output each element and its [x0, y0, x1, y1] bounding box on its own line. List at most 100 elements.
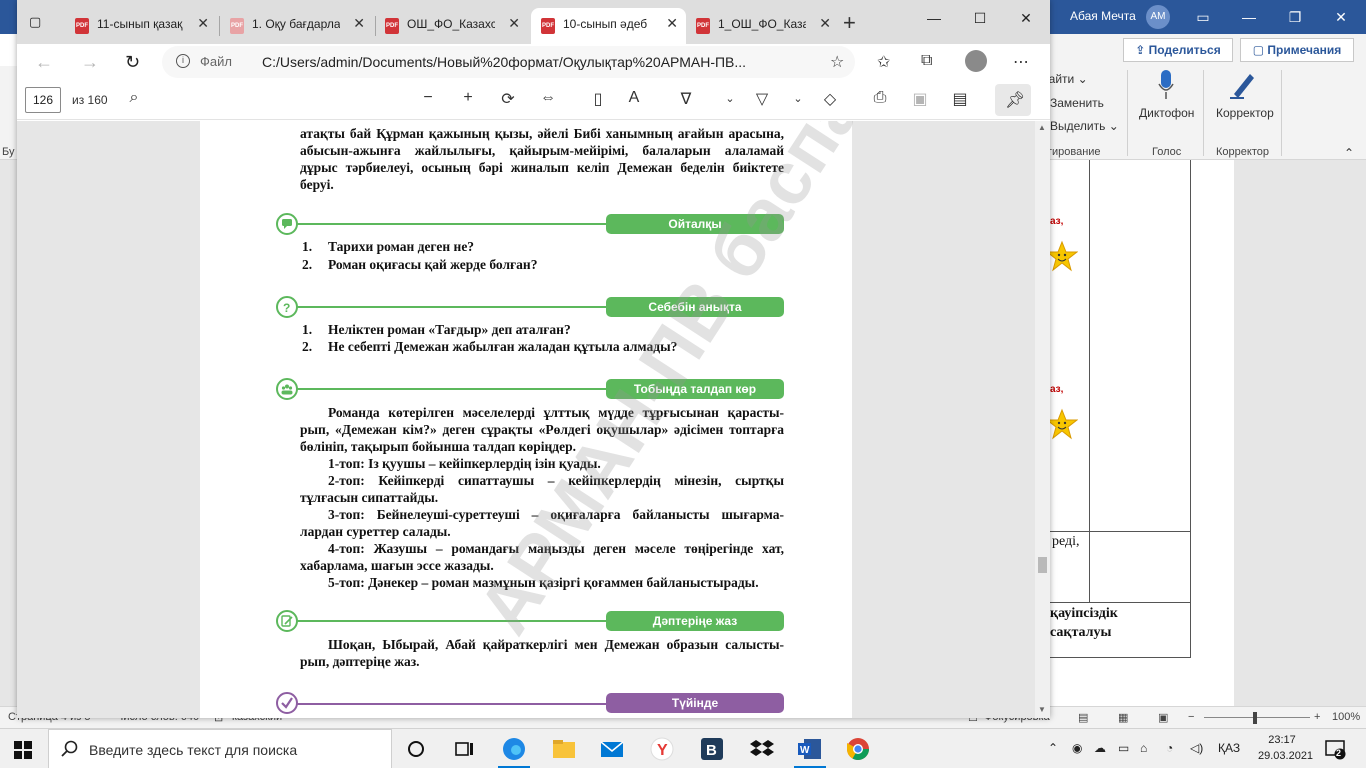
save-as-icon[interactable]: ▤	[949, 89, 971, 109]
chevron-up-icon[interactable]: ⌃	[1048, 741, 1058, 755]
new-tab-icon[interactable]: +	[843, 10, 856, 36]
info-icon[interactable]: i	[176, 54, 190, 68]
minimize-icon[interactable]: —	[911, 4, 957, 32]
fit-width-icon[interactable]: ⇔	[537, 89, 559, 107]
pdf-viewer[interactable]: атақты бай Құрман қажының қызы, әйелі Би…	[17, 121, 1050, 718]
replace-button[interactable]: Заменить	[1050, 96, 1104, 110]
user-avatar[interactable]: АМ	[1146, 5, 1170, 29]
maximize-icon[interactable]: ☐	[957, 4, 1003, 32]
windows-start-icon[interactable]	[14, 741, 32, 759]
tab-4-active[interactable]: PDF 10-сынып әдеб ✕	[531, 8, 686, 44]
back-arrow-icon[interactable]: ←	[35, 52, 53, 73]
search-icon[interactable]: ⌕	[123, 89, 145, 107]
scrollbar-thumb[interactable]	[1038, 557, 1047, 573]
zoom-level[interactable]: 100%	[1332, 711, 1360, 723]
pdf-text-line: 1-топ: Із қуушы – кейіпкерлердің ізін қу…	[328, 456, 601, 471]
list-number: 2.	[302, 257, 313, 272]
eraser-icon[interactable]: ◇	[819, 89, 841, 109]
close-tab-icon[interactable]: ✕	[197, 15, 209, 32]
zoom-out-icon[interactable]: −	[1188, 711, 1194, 723]
tab-5[interactable]: PDF 1_ОШ_ФО_Казах ✕	[686, 8, 839, 44]
cortana-icon[interactable]	[402, 735, 430, 763]
profile-avatar[interactable]	[965, 50, 987, 72]
print-layout-icon[interactable]: ▦	[1118, 711, 1128, 724]
notification-center-icon[interactable]	[1324, 738, 1346, 760]
word-icon[interactable]: W	[796, 735, 824, 763]
page-number-input[interactable]: 126	[25, 87, 61, 113]
chevron-down-icon[interactable]: ⌄	[787, 92, 809, 105]
rotate-icon[interactable]: ⟳	[497, 89, 519, 109]
editor-pen-icon[interactable]	[1228, 70, 1258, 100]
zoom-in-icon[interactable]: +	[1314, 711, 1320, 723]
section-badge	[276, 378, 298, 400]
highlight-icon[interactable]: ▽	[751, 89, 773, 109]
taskbar-search-box[interactable]: Введите здесь текст для поиска	[48, 729, 392, 768]
dictation-button[interactable]: Диктофон	[1139, 106, 1194, 120]
close-icon[interactable]: ✕	[1318, 0, 1364, 34]
print-icon[interactable]: ⎙	[869, 89, 891, 107]
yandex-icon[interactable]: Y	[648, 735, 676, 763]
close-tab-icon[interactable]: ✕	[666, 15, 678, 32]
input-language[interactable]: ҚАЗ	[1218, 741, 1240, 755]
ribbon-separator	[1127, 70, 1128, 156]
select-button[interactable]: Выделить ⌄	[1050, 119, 1119, 133]
more-menu-icon[interactable]: ⋯	[1013, 52, 1029, 72]
scroll-up-icon[interactable]: ▲	[1038, 123, 1046, 132]
mail-icon[interactable]	[598, 735, 626, 763]
read-mode-icon[interactable]: ▤	[1078, 711, 1088, 724]
collapse-ribbon-icon[interactable]: ⌃	[1344, 146, 1354, 160]
tab-3[interactable]: PDF ОШ_ФО_Казахск ✕	[375, 8, 528, 44]
zoom-in-icon[interactable]: +	[457, 89, 479, 107]
close-tab-icon[interactable]: ✕	[353, 15, 365, 32]
taskbar-clock[interactable]: 23:17 29.03.2021	[1258, 732, 1313, 764]
favorites-icon[interactable]: ✩	[877, 52, 890, 72]
collections-icon[interactable]: ⧉	[921, 52, 932, 70]
battery-icon[interactable]: ▭	[1118, 741, 1129, 755]
read-aloud-icon[interactable]: A	[623, 89, 645, 107]
bitrix-icon[interactable]: B	[698, 735, 726, 763]
file-explorer-icon[interactable]	[550, 735, 578, 763]
minimize-icon[interactable]: —	[1226, 0, 1272, 34]
draw-icon[interactable]: ∇	[675, 89, 697, 109]
vertical-scrollbar[interactable]: ▲ ▼	[1035, 121, 1050, 718]
add-favorite-icon[interactable]: ☆	[830, 52, 844, 72]
task-view-icon[interactable]	[450, 735, 478, 763]
volume-icon[interactable]: ◁)	[1190, 741, 1203, 755]
web-layout-icon[interactable]: ▣	[1158, 711, 1168, 724]
notes-button[interactable]: ▢ Примечания	[1240, 38, 1354, 62]
microphone-icon[interactable]	[1158, 70, 1174, 100]
restore-icon[interactable]: ❐	[1272, 0, 1318, 34]
save-icon[interactable]: ▣	[909, 89, 931, 109]
refresh-icon[interactable]: ↻	[125, 52, 140, 73]
section-rule	[294, 620, 606, 622]
close-tab-icon[interactable]: ✕	[819, 15, 831, 32]
zoom-slider[interactable]	[1204, 717, 1310, 718]
location-icon[interactable]: ◉	[1072, 741, 1082, 755]
zoom-slider-thumb[interactable]	[1253, 712, 1257, 724]
tab-1[interactable]: PDF 11-сынып қазақ ✕	[65, 8, 217, 44]
editor-button[interactable]: Корректор	[1216, 106, 1274, 120]
network-icon[interactable]: ◔	[1166, 741, 1173, 755]
forward-arrow-icon[interactable]: →	[81, 52, 99, 73]
share-button[interactable]: ⇪ Поделиться	[1123, 38, 1233, 62]
url-text[interactable]: C:/Users/admin/Documents/Новый%20формат/…	[262, 54, 822, 70]
section-rule	[294, 223, 606, 225]
ribbon-display-icon[interactable]: ▭	[1180, 0, 1226, 34]
close-icon[interactable]: ✕	[1003, 4, 1049, 32]
chrome-icon[interactable]	[844, 735, 872, 763]
dropbox-icon[interactable]	[748, 735, 776, 763]
tab-2[interactable]: PDF 1. Оқу бағдарла ✕	[220, 8, 373, 44]
edge-browser-icon[interactable]	[500, 735, 528, 763]
address-bar: ← → ↻ i Файл C:/Users/admin/Documents/Но…	[17, 44, 1050, 80]
chevron-down-icon[interactable]: ⌄	[719, 92, 741, 105]
close-tab-icon[interactable]: ✕	[508, 15, 520, 32]
page-view-icon[interactable]: ▯	[587, 89, 609, 109]
scroll-down-icon[interactable]: ▼	[1038, 705, 1046, 714]
zoom-out-icon[interactable]: −	[417, 89, 439, 107]
tab-actions-icon[interactable]: ▢	[29, 14, 41, 30]
pin-toolbar-button[interactable]: 📌︎	[995, 84, 1031, 116]
svg-text:B: B	[706, 742, 717, 759]
url-field[interactable]: i Файл C:/Users/admin/Documents/Новый%20…	[162, 46, 855, 78]
onedrive-icon[interactable]: ☁	[1094, 741, 1106, 755]
meet-now-icon[interactable]: ⌂	[1140, 741, 1147, 755]
